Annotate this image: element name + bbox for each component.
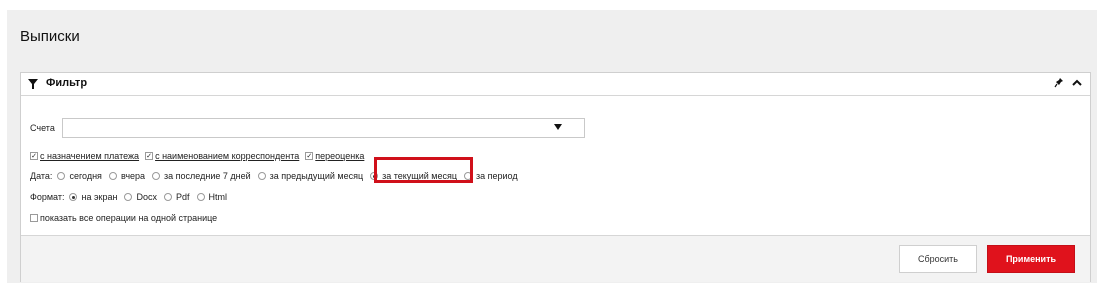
format-option-html-label: Html: [208, 192, 228, 202]
format-label: Формат:: [30, 192, 65, 202]
highlight-box: [374, 157, 473, 183]
format-option-screen[interactable]: на экран: [69, 192, 117, 202]
radio-yesterday[interactable]: [108, 172, 117, 180]
purpose-label[interactable]: с назначением платежа: [40, 151, 139, 161]
purpose-checkbox[interactable]: ✓: [30, 152, 38, 160]
radio-docx[interactable]: [124, 193, 133, 201]
radio-prev-month[interactable]: [257, 172, 266, 180]
format-option-docx[interactable]: Docx: [124, 192, 157, 202]
date-option-today[interactable]: сегодня: [57, 171, 102, 181]
pin-icon[interactable]: [1054, 77, 1064, 89]
filter-icon: [28, 79, 38, 89]
filter-panel: Фильтр Счета ✓ с назначением платежа ✓ с…: [20, 72, 1091, 282]
all-ops-checkbox[interactable]: [30, 214, 38, 222]
reset-button[interactable]: Сбросить: [899, 245, 977, 273]
date-option-period-label: за период: [476, 171, 518, 181]
format-option-pdf[interactable]: Pdf: [164, 192, 190, 202]
filter-footer: Сбросить Применить: [21, 235, 1090, 282]
format-option-screen-label: на экран: [81, 192, 118, 202]
filter-title: Фильтр: [46, 77, 88, 89]
date-option-last7[interactable]: за последние 7 дней: [152, 171, 251, 181]
content-area: Выписки Фильтр Счета ✓ с назначением пла…: [7, 10, 1097, 283]
page-title: Выписки: [20, 28, 80, 45]
accounts-label: Счета: [30, 123, 55, 133]
format-option-pdf-label: Pdf: [176, 192, 190, 202]
all-ops-row: показать все операции на одной странице: [30, 213, 217, 223]
radio-pdf[interactable]: [164, 193, 172, 201]
revaluation-checkbox[interactable]: ✓: [305, 152, 314, 160]
date-option-today-label: сегодня: [69, 171, 102, 181]
apply-button[interactable]: Применить: [987, 245, 1075, 273]
radio-today[interactable]: [57, 172, 66, 180]
format-option-html[interactable]: Html: [196, 192, 228, 202]
correspondent-checkbox[interactable]: ✓: [145, 152, 154, 160]
revaluation-label[interactable]: переоценка: [315, 151, 364, 161]
date-option-last7-label: за последние 7 дней: [164, 171, 251, 181]
date-option-yesterday-label: вчера: [120, 171, 146, 181]
chevron-up-icon[interactable]: [1072, 77, 1082, 89]
format-option-docx-label: Docx: [136, 192, 157, 202]
caret-down-icon: [554, 124, 562, 130]
all-ops-label[interactable]: показать все операции на одной странице: [40, 213, 217, 223]
accounts-row: Счета: [30, 123, 60, 133]
date-option-prev-month[interactable]: за предыдущий месяц: [257, 171, 364, 181]
date-label: Дата:: [30, 171, 53, 181]
format-row: Формат: на экран Docx Pdf Html: [30, 192, 234, 202]
date-option-yesterday[interactable]: вчера: [108, 171, 146, 181]
radio-screen[interactable]: [69, 193, 78, 201]
radio-html[interactable]: [196, 193, 205, 201]
accounts-select[interactable]: [62, 118, 585, 138]
date-option-prev-month-label: за предыдущий месяц: [269, 171, 364, 181]
filter-panel-header[interactable]: Фильтр: [21, 73, 1090, 96]
radio-last7[interactable]: [152, 172, 161, 180]
correspondent-label[interactable]: с наименованием корреспондента: [155, 151, 299, 161]
options-row: ✓ с назначением платежа ✓ с наименование…: [30, 151, 370, 161]
